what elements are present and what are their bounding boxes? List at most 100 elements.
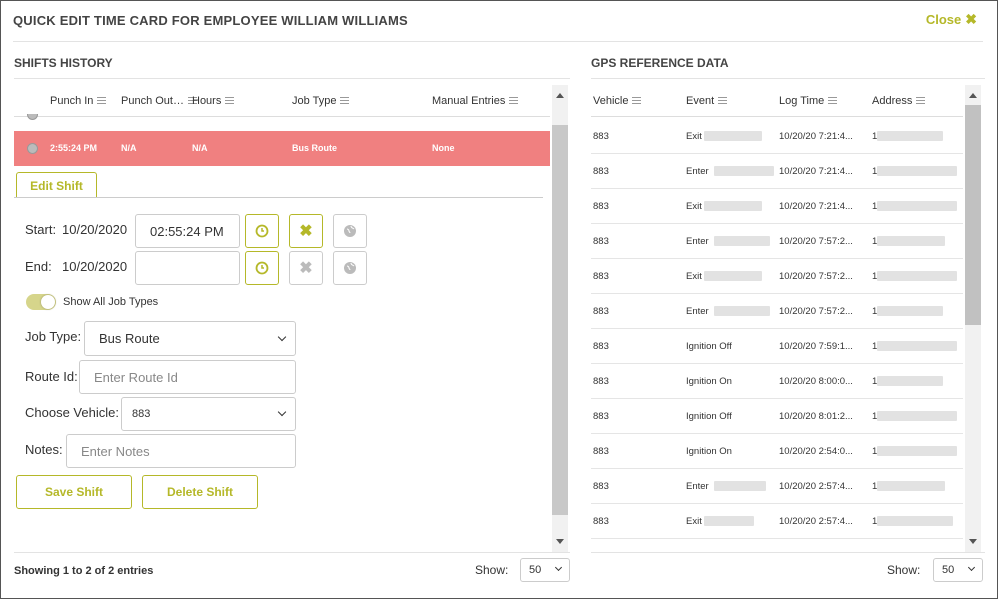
table-row[interactable]: 883 Ignition Off 10/20/20 7:59:1... 1 bbox=[591, 329, 963, 364]
column-menu-icon[interactable] bbox=[509, 97, 519, 104]
col-address[interactable]: Address bbox=[872, 95, 926, 107]
col-vehicle[interactable]: Vehicle bbox=[593, 95, 642, 107]
table-row[interactable]: 883 Ignition Off 10/20/20 8:01:2... 1 bbox=[591, 399, 963, 434]
table-row[interactable]: 883 Enter 10/20/20 7:57:2... 1 bbox=[591, 294, 963, 329]
toggle-label: Show All Job Types bbox=[63, 296, 159, 308]
job-type-select[interactable]: Bus Route bbox=[84, 321, 296, 356]
cell-event: Enter bbox=[686, 306, 709, 317]
table-row-selected[interactable]: 2:55:24 PM N/A N/A Bus Route None bbox=[14, 131, 550, 166]
table-row[interactable]: 883 Exit 10/20/20 7:21:4... 1 bbox=[591, 119, 963, 154]
cell-event: Exit bbox=[686, 201, 702, 212]
notes-input[interactable]: Enter Notes bbox=[66, 434, 296, 468]
table-row[interactable]: 883 Ignition On 10/20/20 2:54:0... 1 bbox=[591, 434, 963, 469]
table-row[interactable]: 883 Ignition On 10/20/20 8:00:0... 1 bbox=[591, 364, 963, 399]
table-row[interactable]: 883 Exit 10/20/20 7:57:2... 1 bbox=[591, 259, 963, 294]
close-icon: ✖ bbox=[965, 11, 977, 27]
chevron-down-icon bbox=[967, 563, 976, 572]
header-divider bbox=[13, 41, 983, 42]
shifts-scrollbar[interactable] bbox=[552, 85, 568, 552]
clock-icon bbox=[255, 224, 269, 238]
cell-log-time: 10/20/20 7:57:2... bbox=[779, 306, 853, 317]
col-manual-entries[interactable]: Manual Entries bbox=[432, 95, 519, 107]
table-row[interactable]: 883 Exit 10/20/20 2:57:4... 1 bbox=[591, 504, 963, 539]
cell-log-time: 10/20/20 2:54:0... bbox=[779, 446, 853, 457]
redacted-block bbox=[877, 271, 957, 281]
gps-scrollbar[interactable] bbox=[965, 85, 981, 552]
start-gps-button[interactable] bbox=[333, 214, 367, 248]
cell-vehicle: 883 bbox=[593, 271, 609, 282]
table-row[interactable]: 883 Enter 10/20/20 2:57:4... 1 bbox=[591, 469, 963, 504]
cell-event: Enter bbox=[686, 236, 709, 247]
table-row[interactable]: 883 Exit 10/20/20 7:21:4... 1 bbox=[591, 189, 963, 224]
globe-icon bbox=[344, 225, 356, 237]
start-clock-button[interactable] bbox=[245, 214, 279, 248]
col-log-time[interactable]: Log Time bbox=[779, 95, 838, 107]
cell-event: Exit bbox=[686, 271, 702, 282]
save-shift-button[interactable]: Save Shift bbox=[16, 475, 132, 509]
gps-page-size-select[interactable]: 50 bbox=[933, 558, 983, 582]
table-row[interactable]: 883 Enter 10/20/20 7:21:4... 1 bbox=[591, 154, 963, 189]
col-hours[interactable]: Hours bbox=[192, 95, 235, 107]
end-time-input[interactable] bbox=[135, 251, 240, 285]
redacted-block bbox=[714, 481, 766, 491]
redacted-block bbox=[714, 166, 774, 176]
scroll-down-icon[interactable] bbox=[969, 539, 977, 544]
redacted-block bbox=[704, 131, 762, 141]
column-menu-icon[interactable] bbox=[225, 97, 235, 104]
column-menu-icon[interactable] bbox=[916, 97, 926, 104]
scroll-up-icon[interactable] bbox=[556, 93, 564, 98]
gps-footer-divider bbox=[591, 552, 985, 553]
end-clear-button[interactable]: ✖ bbox=[289, 251, 323, 285]
cell-vehicle: 883 bbox=[593, 166, 609, 177]
end-clock-button[interactable] bbox=[245, 251, 279, 285]
cell-vehicle: 883 bbox=[593, 201, 609, 212]
shifts-page-size-select[interactable]: 50 bbox=[520, 558, 570, 582]
vehicle-select[interactable]: 883 bbox=[121, 397, 296, 431]
row-radio-partial[interactable] bbox=[27, 114, 38, 120]
scroll-down-icon[interactable] bbox=[556, 539, 564, 544]
close-label: Close bbox=[925, 12, 962, 27]
shifts-scroll-thumb[interactable] bbox=[552, 125, 568, 515]
scroll-up-icon[interactable] bbox=[969, 93, 977, 98]
column-menu-icon[interactable] bbox=[718, 97, 728, 104]
cell-event: Enter bbox=[686, 481, 709, 492]
gps-scroll-thumb[interactable] bbox=[965, 105, 981, 325]
column-menu-icon[interactable] bbox=[632, 97, 642, 104]
toggle-knob bbox=[41, 295, 55, 309]
cell-vehicle: 883 bbox=[593, 376, 609, 387]
cell-vehicle: 883 bbox=[593, 516, 609, 527]
show-all-job-types-toggle[interactable] bbox=[26, 294, 56, 310]
col-job-type[interactable]: Job Type bbox=[292, 95, 350, 107]
redacted-block bbox=[877, 446, 957, 456]
col-punch-in[interactable]: Punch In bbox=[50, 95, 107, 107]
column-menu-icon[interactable] bbox=[340, 97, 350, 104]
route-id-input[interactable]: Enter Route Id bbox=[79, 360, 296, 394]
cell-log-time: 10/20/20 7:21:4... bbox=[779, 166, 853, 177]
cell-log-time: 10/20/20 7:57:2... bbox=[779, 271, 853, 282]
start-clear-button[interactable]: ✖ bbox=[289, 214, 323, 248]
redacted-block bbox=[714, 306, 770, 316]
start-label: Start: bbox=[25, 222, 57, 237]
cell-log-time: 10/20/20 2:57:4... bbox=[779, 481, 853, 492]
column-menu-icon[interactable] bbox=[97, 97, 107, 104]
end-gps-button[interactable] bbox=[333, 251, 367, 285]
cell-job-type: Bus Route bbox=[292, 143, 337, 153]
start-time-input[interactable]: 02:55:24 PM bbox=[135, 214, 240, 248]
cell-log-time: 10/20/20 7:59:1... bbox=[779, 341, 853, 352]
tab-underline bbox=[14, 197, 543, 198]
cell-event: Ignition On bbox=[686, 446, 732, 457]
col-punch-out[interactable]: Punch Out… bbox=[121, 95, 197, 107]
cell-vehicle: 883 bbox=[593, 131, 609, 142]
redacted-block bbox=[704, 516, 754, 526]
globe-icon bbox=[344, 262, 356, 274]
table-row[interactable]: 883 Enter 10/20/20 7:57:2... 1 bbox=[591, 224, 963, 259]
redacted-block bbox=[877, 236, 945, 246]
delete-shift-button[interactable]: Delete Shift bbox=[142, 475, 258, 509]
close-button[interactable]: Close ✖ bbox=[926, 11, 977, 28]
column-menu-icon[interactable] bbox=[828, 97, 838, 104]
row-radio[interactable] bbox=[27, 143, 38, 154]
cell-log-time: 10/20/20 7:21:4... bbox=[779, 201, 853, 212]
cell-event: Ignition Off bbox=[686, 341, 732, 352]
tab-edit-shift[interactable]: Edit Shift bbox=[16, 172, 97, 198]
col-event[interactable]: Event bbox=[686, 95, 728, 107]
